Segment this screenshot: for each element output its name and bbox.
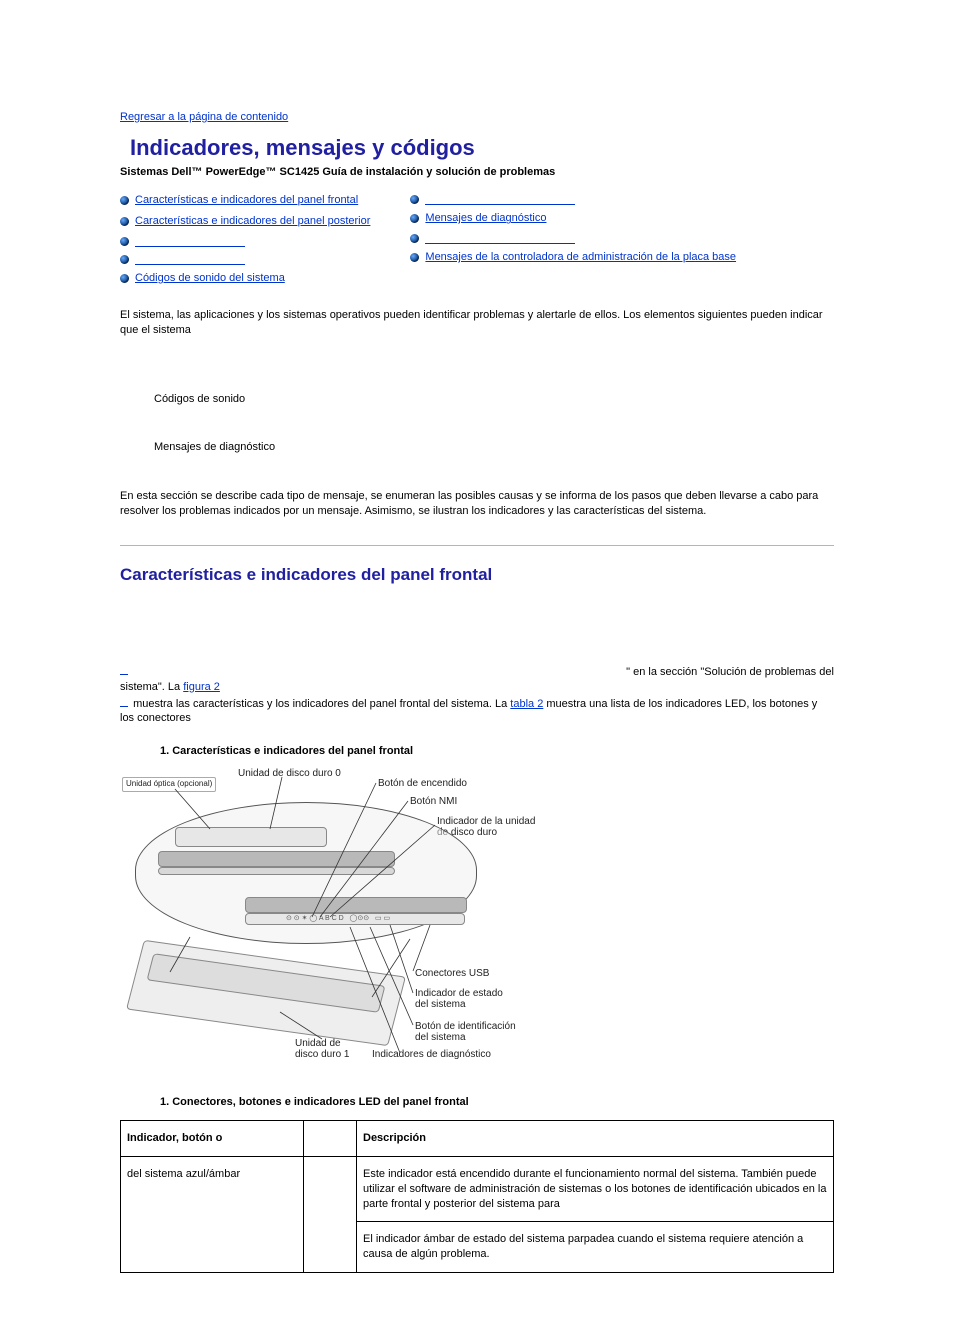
th-icon xyxy=(304,1120,357,1156)
label-idbtn2: del sistema xyxy=(415,1031,466,1045)
mid-bullet-1: Códigos de sonido xyxy=(154,392,834,407)
page-title: Indicadores, mensajes y códigos xyxy=(130,133,834,163)
label-status2: del sistema xyxy=(415,998,466,1012)
bullet-icon xyxy=(120,237,129,246)
label-hd1b: disco duro 1 xyxy=(295,1048,349,1062)
cell-description-2: El indicador ámbar de estado del sistema… xyxy=(357,1222,834,1273)
label-optical-drive: Unidad óptica (opcional) xyxy=(122,777,216,792)
bullet-icon xyxy=(410,195,419,204)
toc-link-blank[interactable] xyxy=(135,253,245,265)
page-subtitle: Sistemas Dell™ PowerEdge™ SC1425 Guía de… xyxy=(120,165,834,180)
figure-caption: 1. Características e indicadores del pan… xyxy=(160,744,834,759)
back-link[interactable]: Regresar a la página de contenido xyxy=(120,111,288,123)
section-heading: Características e indicadores del panel … xyxy=(120,564,834,587)
link-tabla-2[interactable]: tabla 2 xyxy=(510,698,543,710)
bullet-icon xyxy=(120,274,129,283)
th-indicator: Indicador, botón o xyxy=(121,1120,304,1156)
intro-paragraph: El sistema, las aplicaciones y los siste… xyxy=(120,308,834,338)
bullet-icon xyxy=(410,253,419,262)
table-caption: 1. Conectores, botones e indicadores LED… xyxy=(160,1095,834,1110)
toc-link[interactable]: Características e indicadores del panel … xyxy=(135,193,358,208)
bullet-icon xyxy=(410,234,419,243)
cell-icon xyxy=(304,1156,357,1272)
toc-link[interactable]: Mensajes de diagnóstico xyxy=(425,211,546,226)
section-divider xyxy=(120,545,834,546)
mid-bullet-2: Mensajes de diagnóstico xyxy=(154,440,834,455)
link-figura-2[interactable]: figura 2 xyxy=(183,681,220,693)
label-power-btn: Botón de encendido xyxy=(378,777,467,791)
label-diag: Indicadores de diagnóstico xyxy=(372,1048,491,1062)
front-panel-table: Indicador, botón o Descripción del siste… xyxy=(120,1120,834,1273)
th-description: Descripción xyxy=(357,1120,834,1156)
bullet-icon xyxy=(410,214,419,223)
toc-link[interactable]: Mensajes de la controladora de administr… xyxy=(425,250,736,265)
toc: Características e indicadores del panel … xyxy=(120,193,834,286)
bullet-icon xyxy=(120,196,129,205)
toc-link-blank[interactable] xyxy=(425,193,575,205)
toc-link[interactable]: Códigos de sonido del sistema xyxy=(135,271,285,286)
intro-paragraph-2: En esta sección se describe cada tipo de… xyxy=(120,489,834,519)
cell-indicator-name: del sistema azul/ámbar xyxy=(121,1156,304,1272)
inline-blank-link-2[interactable] xyxy=(120,695,128,707)
table-header-row: Indicador, botón o Descripción xyxy=(121,1120,834,1156)
section1-paragraph: " en la sección "Solución de problemas d… xyxy=(120,663,834,726)
toc-link-blank[interactable] xyxy=(425,232,575,244)
bullet-icon xyxy=(120,255,129,264)
label-hdd0: Unidad de disco duro 0 xyxy=(238,767,341,781)
table-row: del sistema azul/ámbar Este indicador es… xyxy=(121,1156,834,1222)
toc-link-blank[interactable] xyxy=(135,235,245,247)
label-usb: Conectores USB xyxy=(415,967,489,981)
inline-blank-link[interactable] xyxy=(120,663,128,675)
front-panel-diagram: Unidad óptica (opcional) Unidad de disco… xyxy=(120,767,555,1067)
bullet-icon xyxy=(120,217,129,226)
cell-description: Este indicador está encendido durante el… xyxy=(357,1156,834,1222)
toc-link[interactable]: Características e indicadores del panel … xyxy=(135,214,370,229)
label-nmi: Botón NMI xyxy=(410,795,457,809)
